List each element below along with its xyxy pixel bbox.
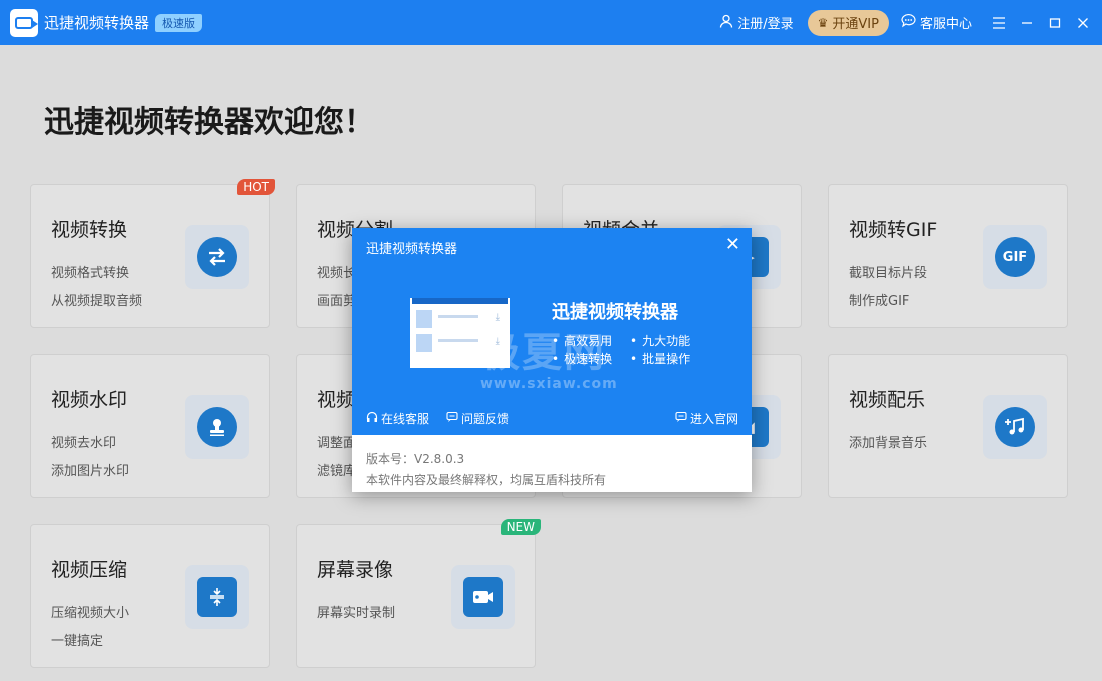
edition-badge: 极速版 xyxy=(155,13,203,32)
card-desc: 视频格式转换 xyxy=(51,266,130,281)
app-logo-icon xyxy=(10,8,38,37)
card-desc: 调整面 xyxy=(317,436,357,451)
card-title: 视频压缩 xyxy=(51,559,128,581)
card-desc: 画面剪 xyxy=(317,294,357,309)
chat-icon xyxy=(901,13,916,32)
card-desc: 视频去水印 xyxy=(51,436,117,451)
card-desc: 视频长 xyxy=(317,266,357,281)
user-icon xyxy=(719,14,733,32)
gif-icon: GIF xyxy=(995,237,1035,277)
music-add-icon xyxy=(995,407,1035,447)
stamp-icon xyxy=(197,407,237,447)
compress-icon xyxy=(197,577,237,617)
card-video-watermark[interactable]: 视频水印 视频去水印 添加图片水印 xyxy=(30,354,270,498)
login-label: 注册/登录 xyxy=(737,17,794,32)
about-dialog: 迅捷视频转换器 ✕ ⤓ ⤓ 极夏网 www.sxiaw.com 迅捷视频转换器 … xyxy=(352,228,752,492)
feature-item: 极速转换 xyxy=(552,350,612,367)
website-icon xyxy=(675,411,687,426)
hot-badge: HOT xyxy=(237,179,275,195)
feedback-icon xyxy=(446,411,458,426)
app-title: 迅捷视频转换器 xyxy=(44,14,150,32)
title-bar: 迅捷视频转换器 极速版 注册/登录 ♛ 开通VIP 客服中心 xyxy=(0,0,1102,45)
official-site-label: 进入官网 xyxy=(689,412,738,426)
dialog-title: 迅捷视频转换器 xyxy=(366,242,458,257)
card-title: 视频 xyxy=(317,389,356,411)
copyright-text: 本软件内容及最终解释权，均属互盾科技所有 xyxy=(366,473,607,487)
welcome-heading: 迅捷视频转换器欢迎您！ xyxy=(44,105,374,140)
card-desc: 制作成GIF xyxy=(849,294,910,309)
dialog-close-icon[interactable]: ✕ xyxy=(725,234,740,255)
hamburger-icon[interactable] xyxy=(986,10,1012,36)
card-desc: 从视频提取音频 xyxy=(51,294,143,309)
official-site-link[interactable]: 进入官网 xyxy=(675,410,738,427)
online-support-link[interactable]: 在线客服 xyxy=(366,410,429,427)
screen-record-icon xyxy=(463,577,503,617)
card-desc: 一键搞定 xyxy=(51,634,104,649)
card-desc: 添加图片水印 xyxy=(51,464,130,479)
feedback-label: 问题反馈 xyxy=(461,412,510,426)
feature-item: 高效易用 xyxy=(552,332,612,349)
card-title: 视频水印 xyxy=(51,389,128,411)
vip-label: 开通VIP xyxy=(832,17,879,32)
version-text: 版本号：V2.8.0.3 xyxy=(366,452,465,466)
watermark-url: www.sxiaw.com xyxy=(480,376,618,392)
card-desc: 添加背景音乐 xyxy=(849,436,928,451)
headset-icon xyxy=(366,411,378,426)
crown-icon: ♛ xyxy=(817,15,829,30)
card-title: 视频转GIF xyxy=(849,219,938,241)
feature-item: 批量操作 xyxy=(630,350,690,367)
maximize-icon[interactable] xyxy=(1042,10,1068,36)
card-desc: 压缩视频大小 xyxy=(51,606,130,621)
minimize-icon[interactable] xyxy=(1014,10,1040,36)
card-desc: 滤镜库 xyxy=(317,464,357,479)
support-label: 客服中心 xyxy=(919,17,972,32)
dialog-app-name: 迅捷视频转换器 xyxy=(552,302,678,323)
online-support-label: 在线客服 xyxy=(381,412,430,426)
card-title: 视频转换 xyxy=(51,219,128,241)
card-desc: 屏幕实时录制 xyxy=(317,606,396,621)
card-desc: 截取目标片段 xyxy=(849,266,928,281)
card-title: 屏幕录像 xyxy=(317,559,394,581)
convert-arrows-icon xyxy=(197,237,237,277)
card-title: 视频配乐 xyxy=(849,389,926,411)
login-link[interactable]: 注册/登录 xyxy=(719,13,794,32)
feedback-link[interactable]: 问题反馈 xyxy=(446,410,509,427)
dialog-banner: 迅捷视频转换器 ✕ ⤓ ⤓ 极夏网 www.sxiaw.com 迅捷视频转换器 … xyxy=(352,228,752,435)
support-link[interactable]: 客服中心 xyxy=(901,13,972,32)
vip-button[interactable]: ♛ 开通VIP xyxy=(807,9,889,36)
close-icon[interactable] xyxy=(1070,10,1096,36)
card-video-gif[interactable]: 视频转GIF 截取目标片段 制作成GIF GIF xyxy=(828,184,1068,328)
card-video-compress[interactable]: 视频压缩 压缩视频大小 一键搞定 xyxy=(30,524,270,668)
card-video-convert[interactable]: HOT 视频转换 视频格式转换 从视频提取音频 xyxy=(30,179,275,328)
card-screen-record[interactable]: NEW 屏幕录像 屏幕实时录制 xyxy=(296,519,541,668)
watermark-text: 极夏网 xyxy=(480,330,606,376)
feature-item: 九大功能 xyxy=(630,332,690,349)
new-badge: NEW xyxy=(500,519,541,535)
card-video-music[interactable]: 视频配乐 添加背景音乐 xyxy=(828,354,1068,498)
